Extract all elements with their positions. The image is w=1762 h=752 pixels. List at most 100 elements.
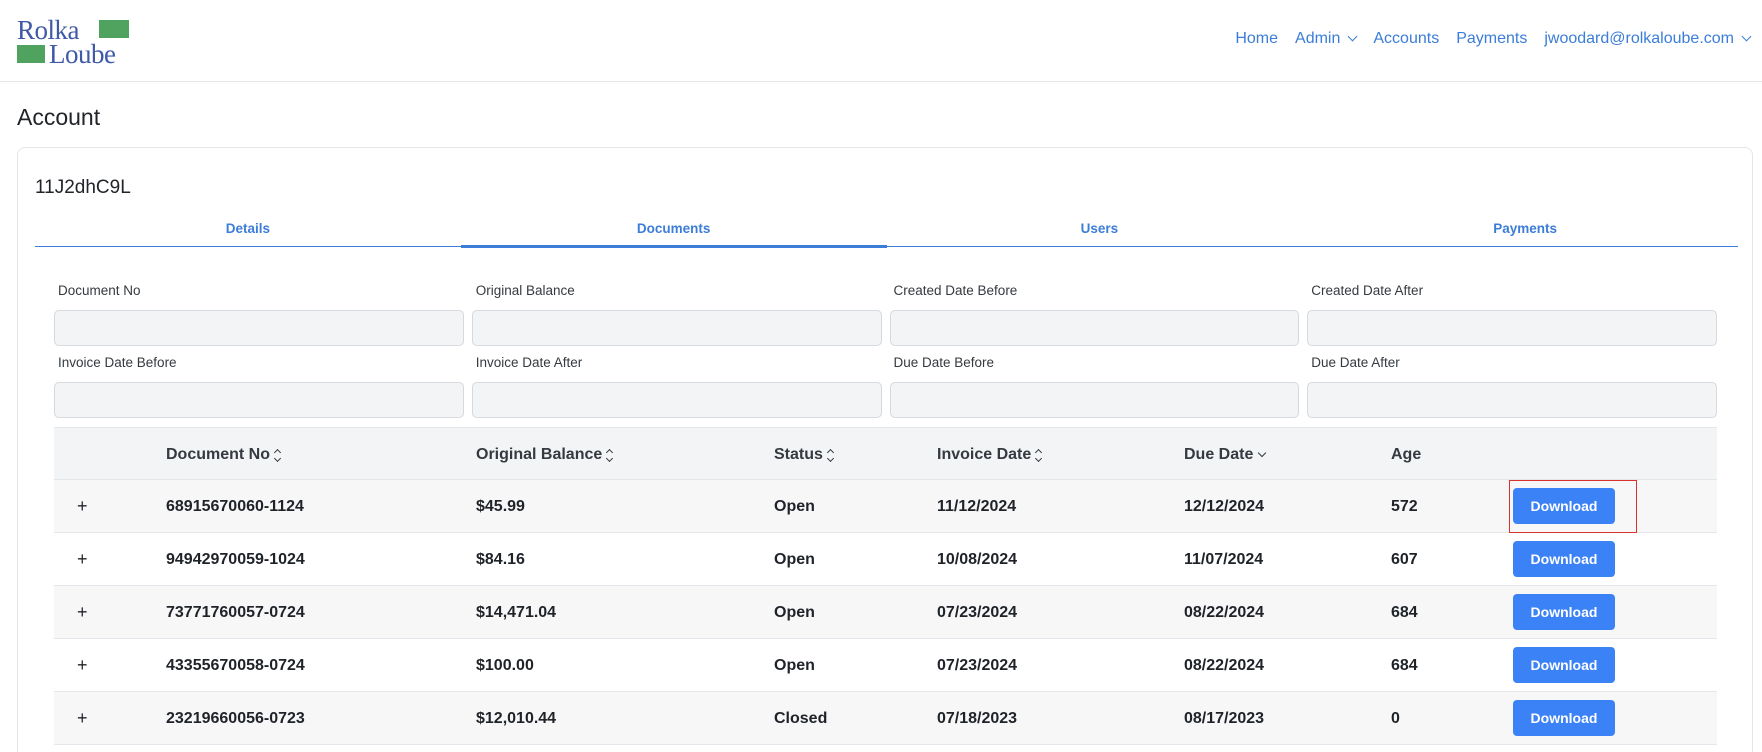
filter-label: Original Balance [475, 283, 575, 298]
table-row: + 23219660056-0723 $12,010.44 Closed 07/… [54, 692, 1717, 745]
filter-invoice-date-before: Invoice Date Before [54, 354, 464, 426]
tab-documents[interactable]: Documents [460, 217, 887, 248]
column-header-document-no[interactable]: Document No [166, 428, 282, 481]
filter-original-balance: Original Balance [471, 282, 882, 354]
due-date-before-input[interactable] [889, 382, 1300, 418]
table-row: + 68915670060-1124 $45.99 Open 11/12/202… [54, 480, 1717, 533]
sort-icon [826, 448, 834, 463]
column-header-label: Due Date [1184, 446, 1254, 463]
filter-invoice-date-after: Invoice Date After [471, 354, 882, 426]
nav-accounts[interactable]: Accounts [1373, 30, 1439, 48]
column-header-status[interactable]: Status [774, 428, 834, 481]
table-row: + 73771760057-0724 $14,471.04 Open 07/23… [54, 586, 1717, 639]
invoice-date-after-input[interactable] [471, 382, 882, 418]
cell-original-balance: $14,471.04 [476, 604, 557, 621]
cell-document-no: 23219660056-0723 [166, 710, 305, 727]
column-header-age[interactable]: Age [1391, 428, 1421, 481]
created-date-before-input[interactable] [889, 310, 1300, 346]
cell-status: Open [774, 657, 815, 674]
cell-invoice-date: 07/18/2023 [937, 710, 1018, 727]
tab-details[interactable]: Details [35, 217, 461, 246]
download-button[interactable]: Download [1513, 488, 1615, 524]
cell-document-no: 94942970059-1024 [166, 551, 305, 568]
nav-admin-dropdown[interactable]: Admin [1295, 30, 1358, 48]
nav-payments-label: Payments [1456, 30, 1528, 47]
due-date-after-input[interactable] [1307, 382, 1717, 418]
page-title: Account [17, 104, 101, 130]
cell-invoice-date: 07/23/2024 [937, 657, 1018, 674]
chevron-down-icon [1741, 31, 1752, 42]
cell-status: Open [774, 551, 815, 568]
account-id: 11J2dhC9L [35, 177, 131, 198]
filter-label: Invoice Date After [475, 355, 583, 370]
nav-user-dropdown[interactable]: jwoodard@rolkaloube.com [1544, 30, 1752, 48]
nav-accounts-label: Accounts [1373, 30, 1440, 47]
cell-due-date: 08/22/2024 [1184, 604, 1265, 621]
nav-home-label: Home [1235, 30, 1279, 47]
cell-due-date: 11/07/2024 [1184, 551, 1264, 568]
cell-original-balance: $84.16 [476, 551, 525, 568]
document-filters: Document No Original Balance Created Dat… [54, 282, 1717, 426]
column-header-original-balance[interactable]: Original Balance [476, 428, 614, 481]
column-header-invoice-date[interactable]: Invoice Date [937, 428, 1043, 481]
expand-row-button[interactable]: + [77, 639, 88, 692]
cell-age: 0 [1391, 710, 1400, 727]
filter-label: Due Date After [1311, 355, 1400, 370]
company-logo[interactable]: Rolka Loube [17, 17, 131, 69]
nav-home[interactable]: Home [1235, 30, 1278, 48]
column-header-due-date[interactable]: Due Date [1184, 428, 1267, 481]
account-tabs: Details Documents Users Payments [35, 217, 1738, 248]
expand-row-button[interactable]: + [77, 586, 88, 639]
download-button[interactable]: Download [1513, 541, 1615, 577]
tab-payments[interactable]: Payments [1312, 217, 1738, 246]
cell-due-date: 08/17/2023 [1184, 710, 1265, 727]
download-button[interactable]: Download [1513, 594, 1615, 630]
filter-created-date-before: Created Date Before [889, 282, 1300, 354]
cell-status: Closed [774, 710, 828, 727]
column-header-label: Invoice Date [937, 446, 1032, 463]
sort-icon [273, 448, 282, 463]
sort-icon [1035, 448, 1043, 463]
logo-word-2: Loube [49, 39, 116, 69]
table-row: + 43355670058-0724 $100.00 Open 07/23/20… [54, 639, 1717, 692]
main-nav: Home Admin Accounts Payments jwoodard@ro… [1218, 30, 1752, 48]
document-no-input[interactable] [54, 310, 464, 346]
filter-label: Due Date Before [893, 355, 995, 370]
filter-label: Invoice Date Before [58, 355, 177, 370]
cell-document-no: 73771760057-0724 [166, 604, 305, 621]
filter-due-date-before: Due Date Before [889, 354, 1300, 426]
download-button[interactable]: Download [1513, 647, 1615, 683]
cell-invoice-date: 07/23/2024 [937, 604, 1018, 621]
filter-due-date-after: Due Date After [1307, 354, 1717, 426]
cell-age: 572 [1391, 498, 1418, 515]
cell-original-balance: $100.00 [476, 657, 534, 674]
sort-desc-icon [1258, 448, 1267, 457]
nav-payments[interactable]: Payments [1456, 30, 1527, 48]
column-header-label: Age [1391, 446, 1422, 463]
tab-users[interactable]: Users [887, 217, 1313, 246]
filter-label: Created Date Before [893, 283, 1018, 298]
logo-green-block [99, 20, 129, 38]
cell-document-no: 43355670058-0724 [166, 657, 305, 674]
expand-row-button[interactable]: + [77, 480, 88, 533]
expand-row-button[interactable]: + [77, 692, 88, 745]
cell-age: 684 [1391, 657, 1418, 674]
filter-created-date-after: Created Date After [1307, 282, 1717, 354]
expand-row-button[interactable]: + [77, 533, 88, 586]
nav-admin-label: Admin [1295, 30, 1341, 47]
cell-document-no: 68915670060-1124 [166, 498, 304, 515]
filter-label: Created Date After [1311, 283, 1424, 298]
column-header-label: Document No [166, 446, 270, 463]
download-button[interactable]: Download [1513, 700, 1615, 736]
nav-user-label: jwoodard@rolkaloube.com [1544, 30, 1734, 47]
navbar: Rolka Loube Home Admin Accounts Payments… [0, 0, 1762, 82]
cell-status: Open [774, 498, 815, 515]
cell-original-balance: $12,010.44 [476, 710, 557, 727]
cell-age: 684 [1391, 604, 1418, 621]
original-balance-input[interactable] [471, 310, 882, 346]
documents-table: Document No Original Balance Status Invo… [54, 427, 1717, 745]
created-date-after-input[interactable] [1307, 310, 1717, 346]
table-header: Document No Original Balance Status Invo… [54, 427, 1717, 480]
invoice-date-before-input[interactable] [54, 382, 464, 418]
table-row: + 94942970059-1024 $84.16 Open 10/08/202… [54, 533, 1717, 586]
